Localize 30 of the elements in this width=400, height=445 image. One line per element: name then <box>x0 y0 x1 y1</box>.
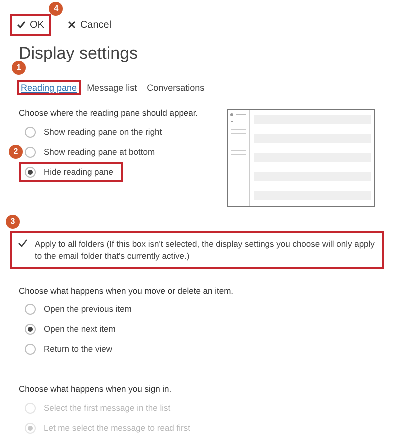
radio-button[interactable] <box>25 166 36 178</box>
tab[interactable]: Reading pane <box>17 80 82 94</box>
checkbox-label: Apply to all folders (If this box isn't selected, the display settings you choose will only apply to the email folder that's currently active.) <box>35 238 376 262</box>
ok-button[interactable]: OK <box>10 14 52 36</box>
option-label: Show reading pane at bottom <box>44 146 156 159</box>
option-label: Show reading pane on the right <box>44 126 162 139</box>
option-label: Let me select the message to read first <box>44 422 190 434</box>
option-label: Open the previous item <box>44 302 132 316</box>
check-icon <box>17 21 26 29</box>
step-badge: 2 <box>9 145 23 160</box>
radio-button[interactable] <box>25 324 36 335</box>
radio-button[interactable] <box>25 146 36 158</box>
option-label: Hide reading pane <box>44 166 114 179</box>
section-prompt: Choose where the reading pane should appear. <box>19 106 200 120</box>
section-prompt: Choose what happens when you sign in. <box>19 383 173 396</box>
option-label: Select the first message in the list <box>44 402 171 414</box>
step-badge: 1 <box>12 60 26 74</box>
option-label: Open the next item <box>44 322 116 336</box>
close-icon <box>68 21 76 29</box>
checkbox[interactable] <box>18 238 28 248</box>
step-badge: 3 <box>6 214 20 228</box>
radio-button[interactable] <box>25 126 36 138</box>
tab[interactable]: Conversations <box>143 80 209 94</box>
step-badge: 4 <box>49 2 64 16</box>
tab[interactable]: Message list <box>83 80 142 94</box>
cancel-button[interactable]: Cancel <box>61 14 119 36</box>
section-prompt: Choose what happens when you move or delete an item. <box>19 284 235 298</box>
radio-button[interactable] <box>25 344 36 355</box>
radio-button[interactable] <box>25 304 36 315</box>
option-label: Return to the view <box>44 342 113 356</box>
